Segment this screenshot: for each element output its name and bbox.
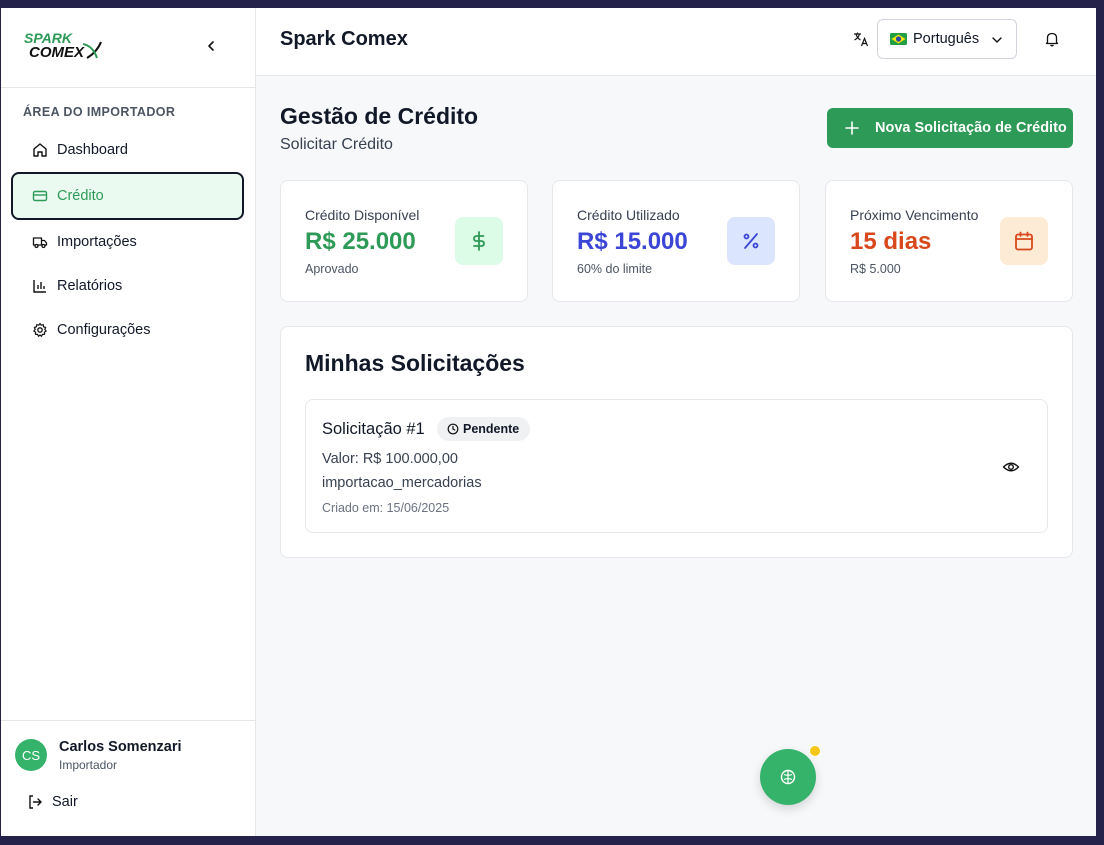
- sidebar-item-label: Crédito: [57, 188, 104, 204]
- calendar-icon: [1015, 231, 1033, 251]
- stat-label: Crédito Disponível: [305, 207, 420, 223]
- user-name: Carlos Somenzari: [59, 739, 182, 755]
- logout-label: Sair: [52, 794, 78, 810]
- spark-comex-logo[interactable]: SPARK COMEX: [23, 28, 105, 64]
- stat-sub: Aprovado: [305, 262, 359, 276]
- app-title: Spark Comex: [280, 28, 408, 50]
- brazil-flag-icon: [890, 33, 907, 45]
- translate-icon: [854, 32, 869, 47]
- chevron-down-icon: [992, 37, 1002, 43]
- help-fab-button[interactable]: [760, 749, 816, 805]
- requests-panel: Minhas Solicitações Solicitação #1 Pende…: [280, 326, 1073, 558]
- sidebar-item-label: Relatórios: [57, 278, 123, 294]
- stat-label: Próximo Vencimento: [850, 207, 979, 223]
- sidebar-section-label: ÁREA DO IMPORTADOR: [23, 105, 176, 119]
- brain-icon: [780, 769, 796, 785]
- stat-icon-box: [455, 217, 503, 265]
- user-section: CS Carlos Somenzari Importador Sair: [1, 720, 255, 836]
- topbar: Spark Comex Português: [256, 8, 1096, 76]
- request-card[interactable]: Solicitação #1 Pendente Valor: R$ 100.00…: [305, 399, 1048, 533]
- stat-value: R$ 15.000: [577, 228, 688, 255]
- request-created: Criado em: 15/06/2025: [322, 501, 450, 515]
- stat-sub: 60% do limite: [577, 262, 653, 276]
- logout-icon: [29, 795, 42, 809]
- request-type: importacao_mercadorias: [322, 475, 482, 491]
- page-title: Gestão de Crédito: [280, 103, 479, 129]
- stat-card-available: Crédito Disponível R$ 25.000 Aprovado: [280, 180, 528, 302]
- status-badge: Pendente: [437, 417, 531, 441]
- sidebar-item-label: Importações: [57, 234, 137, 250]
- page-subtitle: Solicitar Crédito: [280, 136, 393, 153]
- sidebar-header: SPARK COMEX: [1, 8, 255, 88]
- main-content: Spark Comex Português Gestão de Crédito: [256, 8, 1096, 836]
- sidebar-item-configuracoes[interactable]: Configurações: [11, 308, 244, 352]
- stat-value: 15 dias: [850, 228, 932, 255]
- chevron-left-icon: [208, 41, 214, 51]
- request-value: Valor: R$ 100.000,00: [322, 451, 458, 467]
- credit-card-icon: [32, 190, 48, 202]
- eye-icon[interactable]: [1002, 458, 1020, 476]
- truck-icon: [32, 237, 48, 249]
- plus-icon: [845, 121, 859, 135]
- language-selected: Português: [913, 31, 980, 47]
- percent-icon: [743, 233, 759, 249]
- sidebar-nav: Dashboard Crédito Importações Relatórios…: [11, 128, 244, 352]
- dollar-icon: [473, 231, 485, 251]
- notification-dot: [809, 745, 821, 757]
- logout-button[interactable]: Sair: [27, 794, 78, 810]
- sidebar-item-label: Dashboard: [57, 142, 128, 158]
- logo-line2: COMEX: [29, 44, 85, 61]
- avatar[interactable]: CS: [15, 739, 47, 771]
- stat-card-used: Crédito Utilizado R$ 15.000 60% do limit…: [552, 180, 800, 302]
- sidebar-item-relatorios[interactable]: Relatórios: [11, 264, 244, 308]
- sidebar-item-importacoes[interactable]: Importações: [11, 220, 244, 264]
- gear-icon: [33, 322, 47, 337]
- bar-chart-icon: [33, 280, 46, 293]
- bell-icon[interactable]: [1043, 30, 1061, 48]
- user-role: Importador: [59, 758, 118, 772]
- new-credit-request-label: Nova Solicitação de Crédito: [875, 120, 1067, 136]
- stat-icon-box: [727, 217, 775, 265]
- clock-icon: [447, 423, 459, 435]
- sidebar: SPARK COMEX ÁREA DO IMPORTADOR Dashboard…: [1, 8, 256, 836]
- requests-panel-title: Minhas Solicitações: [305, 350, 525, 376]
- stat-value: R$ 25.000: [305, 228, 416, 255]
- home-icon: [33, 143, 47, 157]
- sidebar-item-label: Configurações: [57, 322, 151, 338]
- stat-label: Crédito Utilizado: [577, 207, 680, 223]
- request-title: Solicitação #1: [322, 420, 425, 438]
- sidebar-item-credito[interactable]: Crédito: [11, 172, 244, 220]
- status-label: Pendente: [463, 422, 520, 436]
- new-credit-request-button[interactable]: Nova Solicitação de Crédito: [827, 108, 1073, 148]
- language-select[interactable]: Português: [877, 19, 1017, 59]
- stat-card-due: Próximo Vencimento 15 dias R$ 5.000: [825, 180, 1073, 302]
- sidebar-item-dashboard[interactable]: Dashboard: [11, 128, 244, 172]
- collapse-sidebar-button[interactable]: [201, 36, 221, 56]
- app-window: SPARK COMEX ÁREA DO IMPORTADOR Dashboard…: [1, 8, 1096, 836]
- stat-icon-box: [1000, 217, 1048, 265]
- stat-sub: R$ 5.000: [850, 262, 901, 276]
